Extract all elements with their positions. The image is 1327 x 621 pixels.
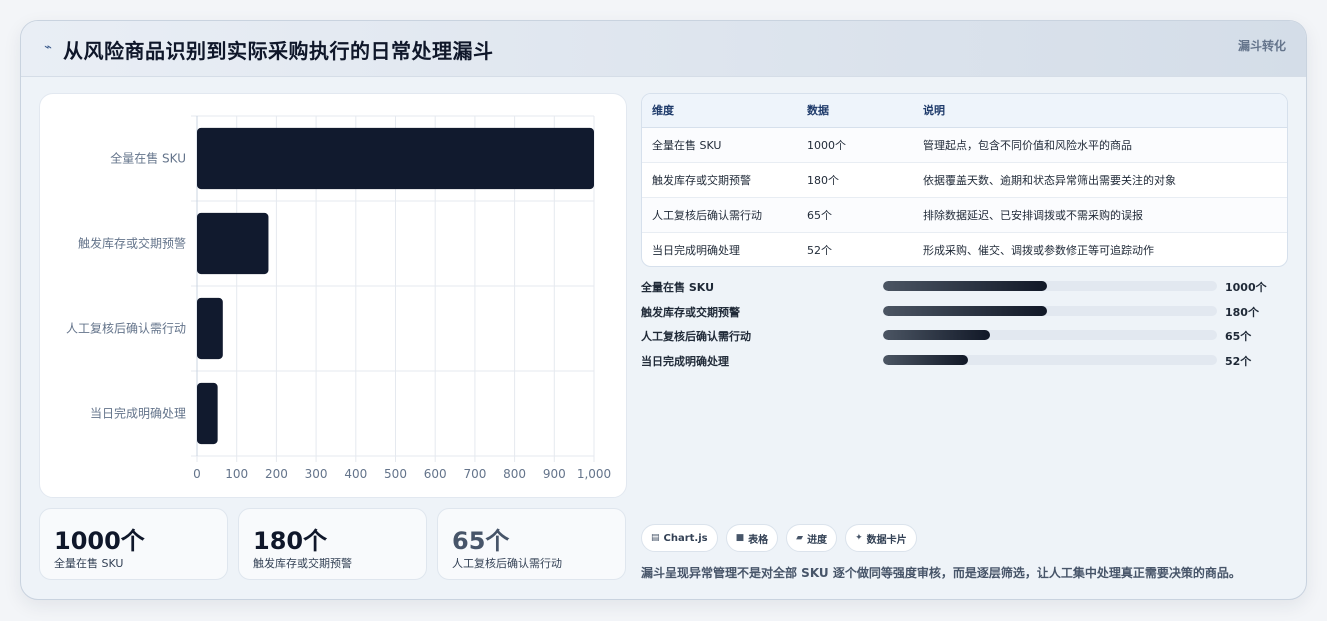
progress-row: 当日完成明确处理 52个 — [641, 351, 1288, 376]
table-icon: ■ — [735, 533, 745, 543]
funnel-bar — [197, 212, 269, 275]
x-tick-label: 700 — [463, 467, 486, 481]
y-category-label: 人工复核后确认需行动 — [66, 322, 186, 336]
progress-label: 人工复核后确认需行动 — [641, 330, 751, 344]
stat-value: 180个 — [253, 527, 328, 555]
progress-fill — [883, 305, 1047, 316]
funnel-bar — [197, 297, 223, 360]
x-tick-label: 600 — [424, 467, 447, 481]
progress-label: 当日完成明确处理 — [641, 354, 729, 368]
table-row: 当日完成明确处理 52个 形成采购、催交、调拨或参数修正等可追踪动作 — [642, 232, 1287, 266]
progress-value: 1000个 — [1225, 281, 1267, 294]
stat-card: 1000个 全量在售 SKU — [39, 508, 228, 580]
card-header: ⌁ 从风险商品识别到实际采购执行的日常处理漏斗 漏斗转化 — [21, 21, 1306, 77]
chip-label: 进度 — [807, 534, 828, 546]
table-cell: 排除数据延迟、已安排调拨或不需采购的误报 — [913, 197, 1287, 233]
table-cell: 全量在售 SKU — [642, 127, 797, 163]
progress-value: 180个 — [1225, 305, 1259, 319]
table-cell: 当日完成明确处理 — [652, 243, 740, 257]
stat-card: 180个 触发库存或交期预警 — [238, 508, 427, 580]
funnel-bar-chart: 0 100 200 300 400 500 600 700 800 900 1,000 全量在售 SK… — [66, 115, 611, 481]
progress-track — [883, 305, 1217, 316]
table-cell: 依据覆盖天数、逾期和状态异常筛出需要关注的对象 — [913, 162, 1287, 198]
table-row: 全量在售 SKU 1000个 管理起点，包含不同价值和风险水平的商品 — [642, 127, 1287, 163]
stat-label: 触发库存或交期预警 — [253, 557, 352, 570]
progress-fill — [883, 354, 969, 365]
table-cell: 人工复核后确认需行动 — [642, 197, 797, 233]
progress-value: 52个 — [1225, 354, 1252, 368]
progress-row: 全量在售 SKU 1000个 — [641, 277, 1288, 302]
stat-label: 全量在售 SKU — [54, 557, 124, 570]
progress-value: 65个 — [1225, 330, 1252, 344]
progress-icon: ▰ — [796, 533, 804, 543]
column-header: 维度 — [642, 94, 797, 128]
progress-label: 全量在售 SKU — [641, 281, 715, 294]
chart-icon: ▤ — [651, 533, 660, 543]
column-header: 数据 — [797, 94, 913, 128]
progress-track — [883, 354, 1217, 365]
chip-label: 表格 — [748, 534, 769, 546]
x-tick-label: 0 — [193, 467, 201, 481]
card-icon: ✦ — [855, 533, 863, 543]
x-tick-label: 800 — [503, 467, 526, 481]
progress-list: 全量在售 SKU 1000个 触发库存或交期预警 180个 人工复核后确认需行动… — [641, 277, 1288, 375]
stat-label: 人工复核后确认需行动 — [452, 557, 562, 570]
summary-note: 漏斗呈现异常管理不是对全部 SKU 逐个做同等强度审核，而是逐层筛选，让人工集中… — [641, 566, 1241, 580]
progress-row: 触发库存或交期预警 180个 — [641, 302, 1288, 327]
funnel-card: ⌁ 从风险商品识别到实际采购执行的日常处理漏斗 漏斗转化 0 100 200 300 4… — [20, 20, 1307, 600]
chip-progress[interactable]: ▰ 进度 — [786, 524, 838, 552]
table-cell: 180个 — [797, 162, 913, 198]
chip-label: 数据卡片 — [866, 534, 907, 546]
funnel-chart-panel: 0 100 200 300 400 500 600 700 800 900 1,000 全量在售 SK… — [39, 93, 627, 498]
table-cell: 管理起点，包含不同价值和风险水平的商品 — [913, 127, 1287, 163]
chip-chartjs[interactable]: ▤ Chart.js — [641, 524, 718, 552]
progress-fill — [883, 330, 990, 341]
page-title: 从风险商品识别到实际采购执行的日常处理漏斗 — [63, 39, 494, 63]
x-tick-label: 900 — [543, 467, 566, 481]
table-cell: 1000个 — [797, 127, 913, 163]
trend-icon: ⌁ — [44, 40, 52, 55]
progress-track — [883, 281, 1217, 291]
progress-track — [883, 330, 1217, 341]
x-tick-label: 400 — [344, 467, 367, 481]
x-tick-label: 200 — [265, 467, 288, 481]
x-tick-label: 100 — [225, 467, 248, 481]
funnel-tag: 漏斗转化 — [1237, 39, 1286, 53]
stat-value: 1000个 — [54, 527, 145, 555]
stat-card: 65个 人工复核后确认需行动 — [437, 508, 626, 580]
column-header: 说明 — [913, 94, 1287, 128]
chip-data-card[interactable]: ✦ 数据卡片 — [845, 524, 917, 552]
table-cell: 触发库存或交期预警 — [642, 162, 797, 198]
stat-value: 65个 — [452, 527, 510, 555]
tech-chips: ▤ Chart.js ■ 表格 ▰ 进度 ✦ 数据卡片 — [641, 524, 917, 552]
funnel-table: 维度 数据 说明 全量在售 SKU 1000个 管理起点，包含不同价值和风险水平… — [641, 93, 1288, 267]
chip-label: Chart.js — [663, 532, 708, 544]
table-header-row: 维度 数据 说明 — [642, 94, 1287, 128]
x-tick-label: 500 — [384, 467, 407, 481]
y-category-label: 当日完成明确处理 — [90, 406, 186, 421]
table-cell: 65个 — [797, 197, 913, 233]
table-cell: 52个 — [807, 243, 832, 257]
table-cell: 形成采购、催交、调拨或参数修正等可追踪动作 — [923, 243, 1154, 257]
chip-table[interactable]: ■ 表格 — [725, 524, 779, 552]
funnel-bar — [197, 127, 594, 190]
progress-fill — [883, 281, 1047, 291]
table-row: 人工复核后确认需行动 65个 排除数据延迟、已安排调拨或不需采购的误报 — [642, 197, 1287, 233]
funnel-bar — [197, 382, 218, 445]
y-category-label: 触发库存或交期预警 — [78, 236, 186, 251]
y-category-label: 全量在售 SKU — [110, 151, 186, 166]
progress-label: 触发库存或交期预警 — [641, 305, 740, 319]
x-tick-label: 300 — [305, 467, 328, 481]
table-row: 触发库存或交期预警 180个 依据覆盖天数、逾期和状态异常筛出需要关注的对象 — [642, 162, 1287, 198]
progress-row: 人工复核后确认需行动 65个 — [641, 326, 1288, 351]
x-tick-label: 1,000 — [577, 467, 611, 481]
